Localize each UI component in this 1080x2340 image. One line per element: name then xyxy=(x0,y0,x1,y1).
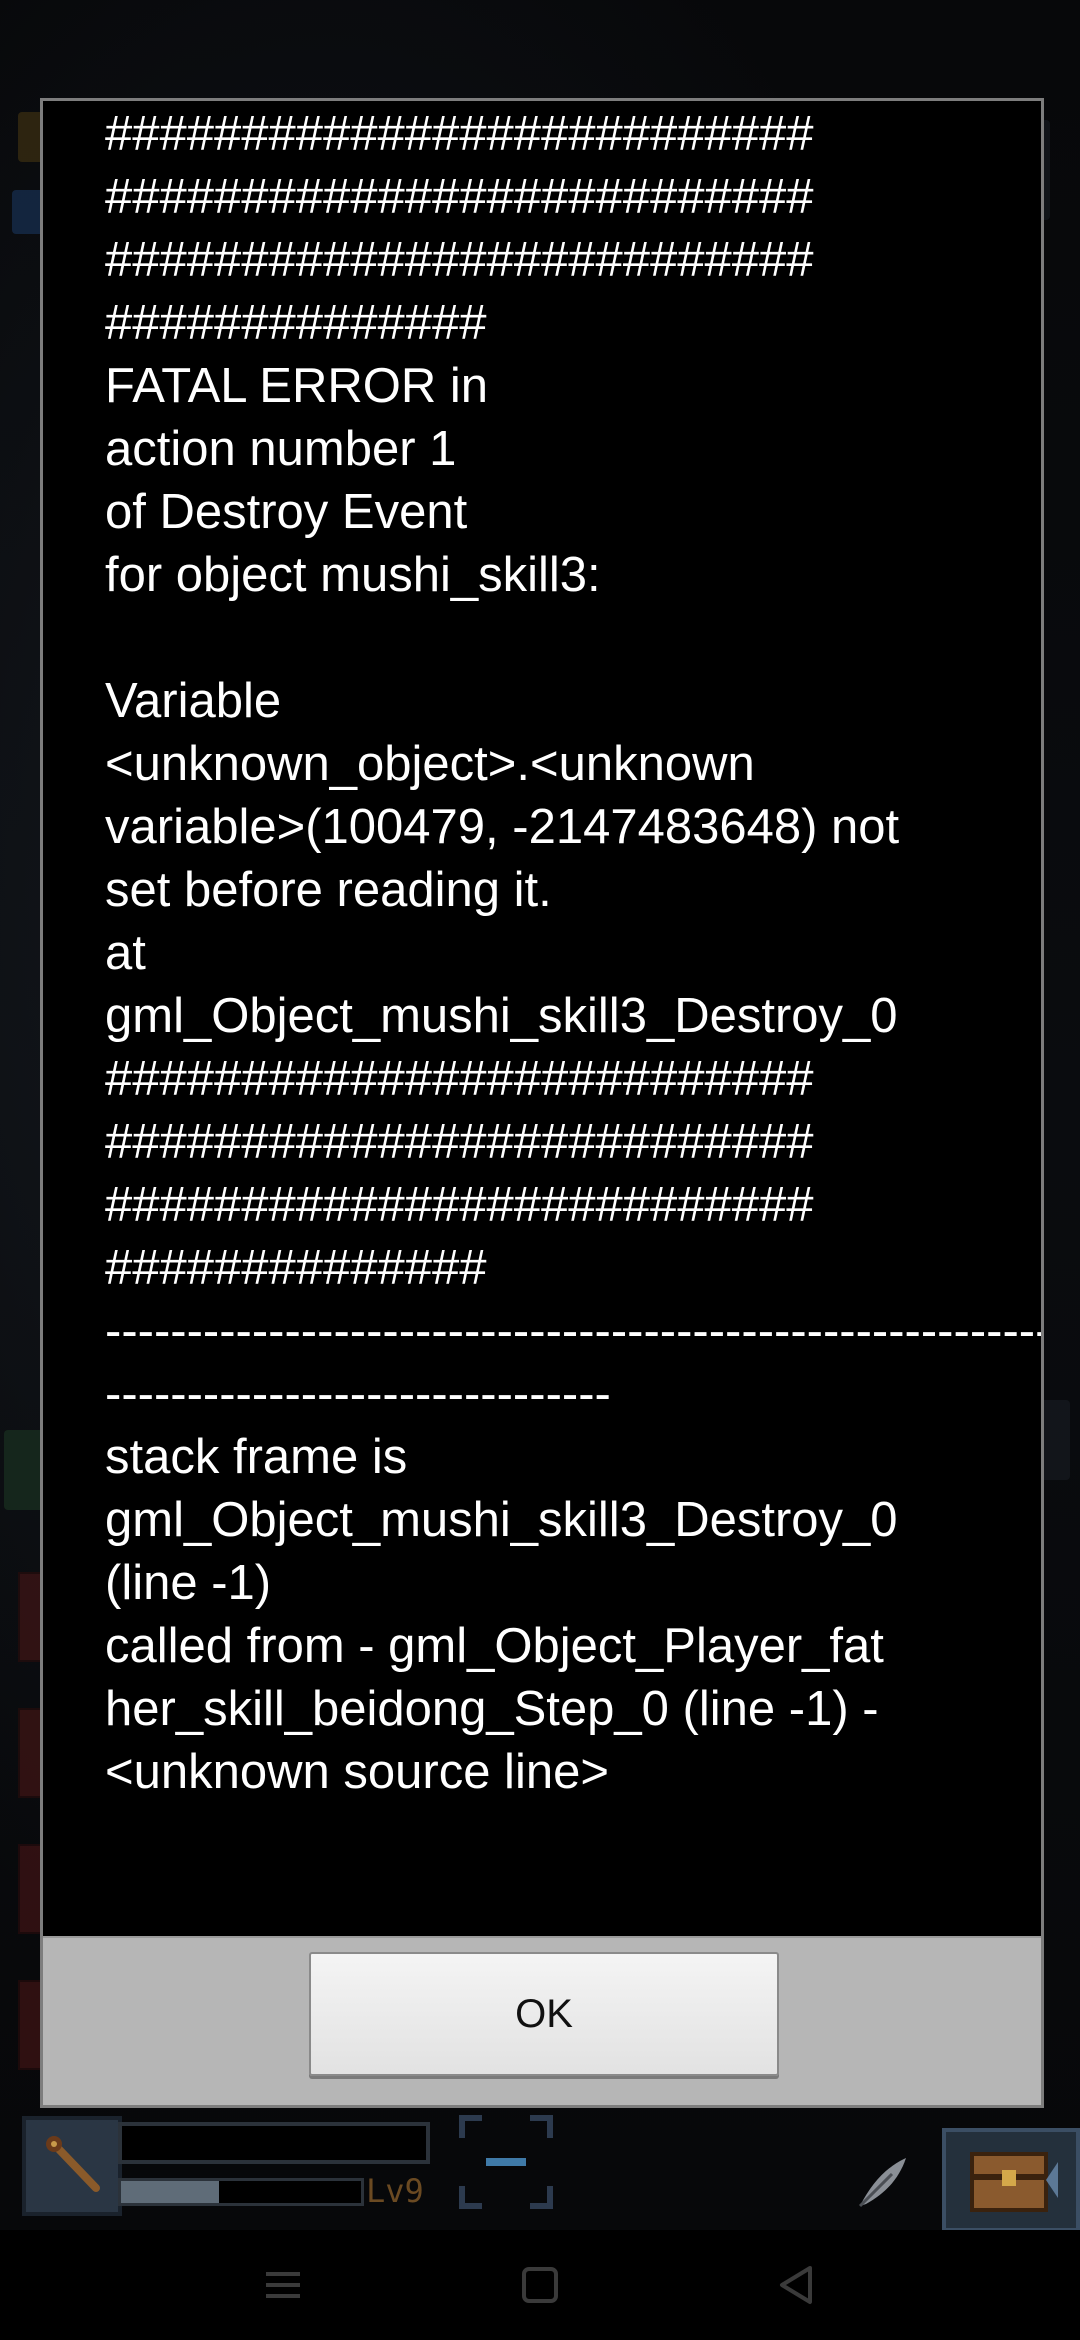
error-message: ########################## #############… xyxy=(105,107,1041,1799)
level-label: Lv9 xyxy=(366,2172,424,2210)
health-bar xyxy=(118,2122,430,2164)
error-dialog: ########################## #############… xyxy=(40,98,1044,2108)
weapon-slot[interactable] xyxy=(22,2116,122,2216)
ok-button[interactable]: OK xyxy=(309,1952,779,2076)
menu-icon[interactable] xyxy=(250,2252,316,2318)
inventory-button[interactable] xyxy=(942,2128,1080,2232)
treasure-chest-icon xyxy=(970,2152,1058,2212)
target-reticle-icon[interactable] xyxy=(458,2114,554,2210)
ok-button-label: OK xyxy=(515,1991,573,2036)
navigation-bar xyxy=(0,2230,1080,2340)
dialog-footer: OK xyxy=(43,1936,1041,2105)
feather-icon[interactable] xyxy=(852,2152,912,2212)
back-triangle-icon[interactable] xyxy=(764,2252,830,2318)
home-square-icon[interactable] xyxy=(507,2252,573,2318)
experience-bar xyxy=(118,2178,364,2206)
error-message-area: ########################## #############… xyxy=(43,101,1041,1941)
experience-fill xyxy=(121,2181,220,2203)
staff-icon xyxy=(46,2136,100,2192)
